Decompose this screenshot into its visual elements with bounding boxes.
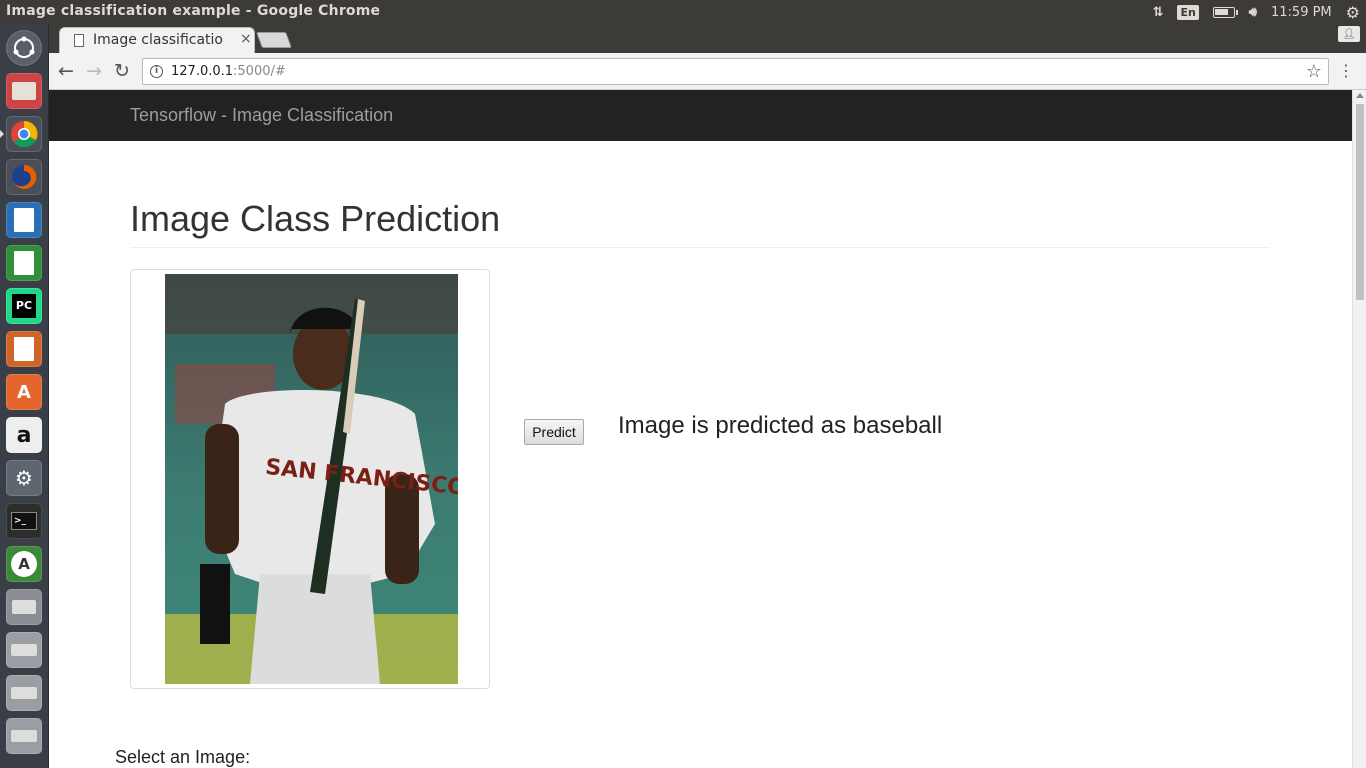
- uploaded-image: SAN FRANCISCO: [165, 274, 458, 684]
- software-center-icon[interactable]: A: [6, 374, 42, 410]
- gear-icon[interactable]: ⚙: [1346, 3, 1360, 22]
- printer-icon[interactable]: [6, 589, 42, 625]
- ubuntu-dash-icon[interactable]: [6, 30, 42, 66]
- drive-icon[interactable]: [6, 632, 42, 668]
- browser-toolbar: ← → ↻ i 127.0.0.1:5000/# ☆ ⋮: [49, 53, 1366, 90]
- system-settings-icon[interactable]: ⚙: [6, 460, 42, 496]
- divider: [130, 247, 1270, 248]
- firefox-icon[interactable]: [6, 159, 42, 195]
- menu-icon[interactable]: ⋮: [1338, 61, 1354, 80]
- bookmark-star-icon[interactable]: ☆: [1306, 61, 1322, 82]
- page-scrollbar[interactable]: [1352, 90, 1366, 768]
- browser-tab[interactable]: Image classificatio ×: [59, 27, 255, 53]
- launcher: PC A a ⚙ >_ A: [0, 24, 49, 768]
- terminal-icon[interactable]: >_: [6, 503, 42, 539]
- scroll-up-icon[interactable]: [1356, 93, 1364, 98]
- select-image-label: Select an Image:: [115, 747, 251, 767]
- chrome-icon[interactable]: [0, 116, 42, 152]
- close-icon[interactable]: ×: [240, 31, 252, 47]
- url-text: 127.0.0.1:5000/#: [171, 64, 286, 79]
- top-panel: Image classification example - Google Ch…: [0, 0, 1366, 24]
- page-icon: [74, 34, 84, 47]
- site-navbar: Tensorflow - Image Classification: [49, 90, 1352, 141]
- calc-icon[interactable]: [6, 245, 42, 281]
- forward-icon[interactable]: →: [83, 60, 105, 82]
- volume-icon[interactable]: 🔊︎: [1249, 5, 1257, 20]
- url-path: :5000/#: [233, 64, 286, 79]
- drive-icon[interactable]: [6, 718, 42, 754]
- writer-icon[interactable]: [6, 202, 42, 238]
- prediction-result: Image is predicted as baseball: [618, 412, 943, 439]
- browser-window: Image classificatio × 👤︎ ← → ↻ i 127.0.0…: [49, 24, 1366, 768]
- scroll-thumb[interactable]: [1356, 104, 1364, 300]
- system-tray: ⇅ En 🔊︎ 11:59 PM ⚙: [1153, 0, 1366, 24]
- language-indicator[interactable]: En: [1177, 4, 1199, 20]
- navbar-brand[interactable]: Tensorflow - Image Classification: [130, 105, 393, 126]
- amazon-icon[interactable]: a: [6, 417, 42, 453]
- software-updater-icon[interactable]: A: [6, 546, 42, 582]
- info-icon[interactable]: i: [150, 65, 163, 78]
- predict-button[interactable]: Predict: [524, 419, 584, 445]
- url-host: 127.0.0.1: [171, 64, 234, 79]
- battery-icon[interactable]: [1212, 6, 1238, 18]
- page-title: Image Class Prediction: [130, 198, 501, 239]
- address-bar[interactable]: i 127.0.0.1:5000/# ☆: [142, 58, 1329, 85]
- network-updown-icon[interactable]: ⇅: [1153, 5, 1164, 20]
- profile-icon[interactable]: 👤︎: [1338, 26, 1360, 42]
- tab-strip: Image classificatio × 👤︎: [49, 24, 1366, 53]
- reload-icon[interactable]: ↻: [111, 60, 133, 82]
- new-tab-button[interactable]: [256, 32, 292, 48]
- pycharm-icon[interactable]: PC: [6, 288, 42, 324]
- files-icon[interactable]: [6, 73, 42, 109]
- drive-icon[interactable]: [6, 675, 42, 711]
- image-thumbnail: SAN FRANCISCO: [130, 269, 490, 689]
- impress-icon[interactable]: [6, 331, 42, 367]
- language-badge: En: [1177, 4, 1199, 20]
- window-title: Image classification example - Google Ch…: [6, 3, 381, 19]
- page-viewport: Tensorflow - Image Classification Image …: [49, 90, 1352, 768]
- tab-title: Image classificatio: [93, 32, 223, 48]
- back-icon[interactable]: ←: [55, 60, 77, 82]
- clock[interactable]: 11:59 PM: [1271, 5, 1332, 20]
